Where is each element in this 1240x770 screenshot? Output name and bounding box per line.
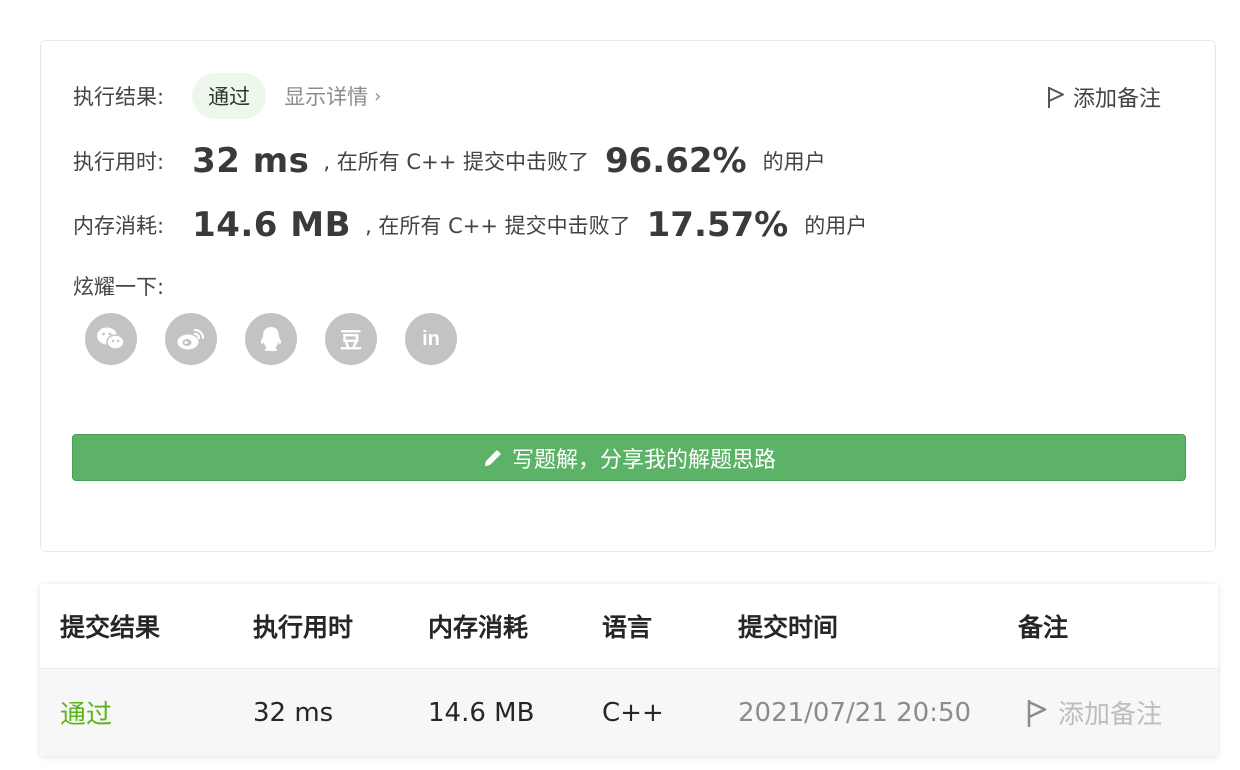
write-solution-button[interactable]: 写题解，分享我的解题思路 — [72, 434, 1186, 481]
write-solution-label: 写题解，分享我的解题思路 — [511, 447, 776, 473]
row-result-link[interactable]: 通过 — [60, 669, 112, 756]
result-card: 执行结果: 通过 显示详情 › 添加备注 执行用时: 32 ms , 在所有 C… — [40, 40, 1216, 552]
row-add-note-label: 添加备注 — [1058, 700, 1163, 730]
chevron-right-icon: › — [374, 85, 382, 107]
submissions-table: 提交结果 执行用时 内存消耗 语言 提交时间 备注 通过 32 ms 14.6 … — [40, 584, 1218, 756]
pencil-icon — [484, 449, 501, 466]
result-row: 执行结果: 通过 显示详情 › — [73, 73, 381, 119]
douban-icon[interactable]: 豆 — [325, 313, 377, 365]
add-note-label: 添加备注 — [1072, 87, 1161, 112]
runtime-beat-text: , 在所有 C++ 提交中击败了 — [323, 150, 589, 174]
add-note-button[interactable]: 添加备注 — [1047, 81, 1161, 113]
weibo-icon[interactable] — [165, 313, 217, 365]
memory-beat-text: , 在所有 C++ 提交中击败了 — [365, 214, 631, 238]
table-row: 通过 32 ms 14.6 MB C++ 2021/07/21 20:50 添加… — [40, 669, 1218, 756]
memory-label: 内存消耗: — [73, 214, 165, 238]
row-time: 2021/07/21 20:50 — [738, 697, 972, 728]
row-memory: 14.6 MB — [428, 697, 535, 728]
wechat-icon[interactable] — [85, 313, 137, 365]
runtime-suffix: 的用户 — [762, 150, 826, 174]
share-label: 炫耀一下: — [73, 275, 165, 299]
header-runtime: 执行用时 — [253, 613, 354, 642]
row-runtime: 32 ms — [253, 697, 334, 728]
header-memory: 内存消耗 — [428, 613, 529, 642]
flag-icon — [1047, 87, 1064, 108]
flag-icon — [1027, 699, 1047, 727]
memory-row: 内存消耗: 14.6 MB , 在所有 C++ 提交中击败了 17.57% 的用… — [73, 205, 867, 245]
header-result: 提交结果 — [60, 613, 161, 642]
row-add-note-button[interactable]: 添加备注 — [1026, 669, 1162, 756]
douban-glyph: 豆 — [339, 329, 362, 354]
result-label: 执行结果: — [73, 85, 165, 109]
runtime-value: 32 ms — [192, 141, 310, 181]
memory-suffix: 的用户 — [804, 214, 868, 238]
show-details-link[interactable]: 显示详情 › — [284, 81, 381, 111]
runtime-percent: 96.62% — [604, 141, 747, 181]
header-note: 备注 — [1018, 613, 1069, 642]
runtime-label: 执行用时: — [73, 150, 165, 174]
qq-icon[interactable] — [245, 313, 297, 365]
runtime-row: 执行用时: 32 ms , 在所有 C++ 提交中击败了 96.62% 的用户 — [73, 141, 826, 181]
table-header: 提交结果 执行用时 内存消耗 语言 提交时间 备注 — [40, 584, 1218, 669]
row-language: C++ — [602, 697, 664, 728]
share-row: 炫耀一下: — [73, 271, 164, 301]
header-time: 提交时间 — [738, 613, 839, 642]
memory-percent: 17.57% — [646, 205, 789, 245]
header-language: 语言 — [602, 613, 653, 642]
linkedin-glyph: in — [422, 327, 440, 350]
linkedin-icon[interactable]: in — [405, 313, 457, 365]
share-icons: 豆 in — [85, 313, 485, 365]
show-details-label: 显示详情 — [284, 85, 369, 109]
status-badge: 通过 — [192, 73, 267, 119]
memory-value: 14.6 MB — [192, 205, 352, 245]
